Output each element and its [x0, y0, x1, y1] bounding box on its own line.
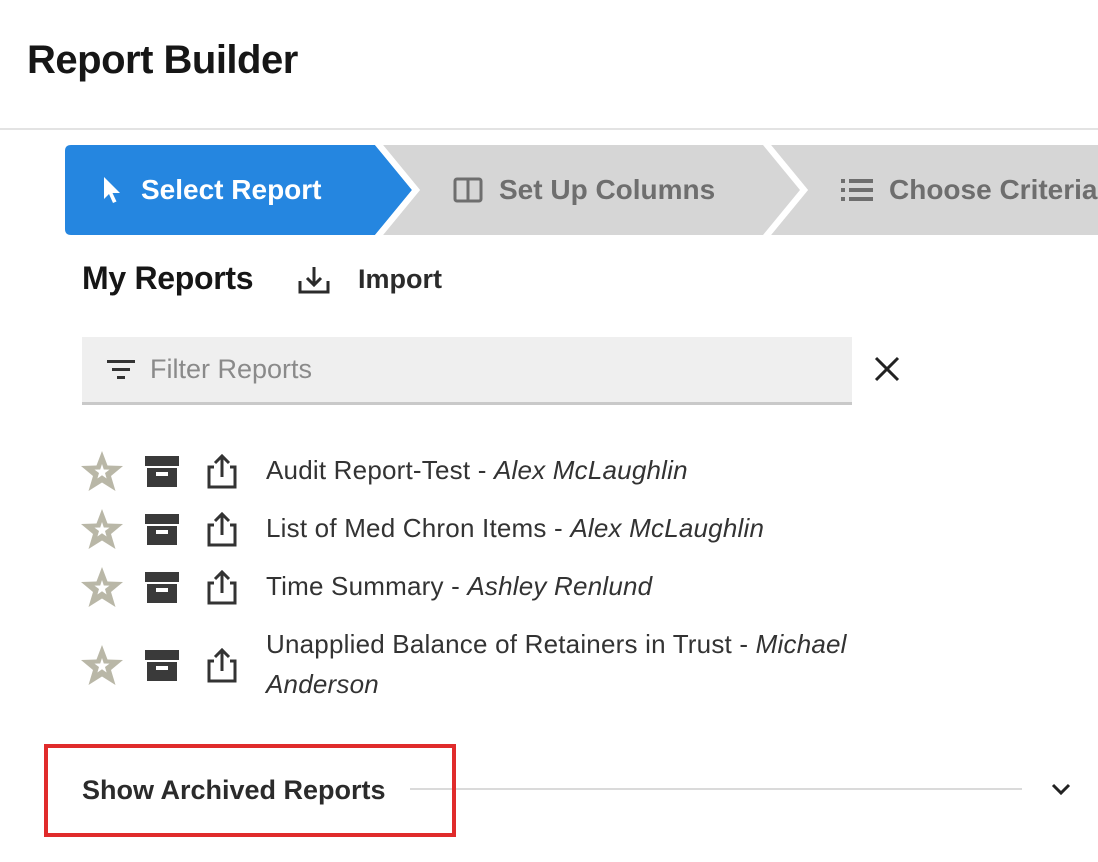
import-label: Import — [358, 264, 442, 294]
share-icon[interactable] — [206, 569, 238, 605]
divider — [410, 788, 1022, 790]
star-icon[interactable] — [80, 508, 124, 550]
archive-icon[interactable] — [144, 512, 180, 546]
report-link[interactable]: List of Med Chron Items - Alex McLaughli… — [266, 506, 764, 548]
list-icon — [841, 178, 873, 202]
step-label: Choose Criteria — [889, 174, 1098, 205]
close-icon — [872, 354, 902, 384]
chevron-down-icon[interactable] — [1048, 776, 1074, 807]
archive-icon[interactable] — [144, 570, 180, 604]
wizard-stepper: Select Report Set Up Columns Choose Crit… — [65, 145, 1098, 235]
import-button[interactable]: Import — [298, 264, 442, 295]
row-actions — [80, 448, 266, 494]
section-title: My Reports — [82, 260, 254, 296]
report-separator: - — [470, 455, 494, 485]
row-actions — [80, 622, 266, 708]
archive-icon[interactable] — [144, 454, 180, 488]
list-item: Audit Report-Test - Alex McLaughlin — [80, 448, 980, 494]
star-icon[interactable] — [80, 644, 124, 686]
import-icon — [298, 265, 344, 295]
filter-icon — [106, 358, 136, 382]
report-link[interactable]: Audit Report-Test - Alex McLaughlin — [266, 448, 688, 490]
report-link[interactable]: Time Summary - Ashley Renlund — [266, 564, 652, 606]
report-separator: - — [546, 513, 571, 543]
report-name: Time Summary — [266, 571, 444, 601]
columns-icon — [453, 177, 483, 203]
report-separator: - — [731, 629, 756, 659]
report-author: Alex McLaughlin — [493, 455, 688, 485]
report-name: List of Med Chron Items — [266, 513, 547, 543]
report-list: Audit Report-Test - Alex McLaughlin List… — [80, 448, 980, 708]
highlight-annotation — [44, 744, 456, 837]
report-author: Ashley Renlund — [467, 571, 653, 601]
list-item: List of Med Chron Items - Alex McLaughli… — [80, 506, 980, 552]
report-name: Audit Report-Test — [266, 455, 471, 485]
star-icon[interactable] — [80, 566, 124, 608]
clear-filter-button[interactable] — [872, 354, 902, 389]
star-icon[interactable] — [80, 450, 124, 492]
list-item: Time Summary - Ashley Renlund — [80, 564, 980, 610]
share-icon[interactable] — [206, 647, 238, 683]
page-title: Report Builder — [27, 38, 298, 82]
list-item: Unapplied Balance of Retainers in Trust … — [80, 622, 980, 708]
report-author: Alex McLaughlin — [570, 513, 765, 543]
page-header: Report Builder — [0, 0, 1098, 130]
step-label: Select Report — [141, 174, 322, 205]
step-select-report[interactable]: Select Report — [101, 145, 322, 235]
row-actions — [80, 506, 266, 552]
report-separator: - — [443, 571, 468, 601]
step-set-up-columns[interactable]: Set Up Columns — [453, 145, 715, 235]
share-icon[interactable] — [206, 453, 238, 489]
cursor-icon — [101, 175, 123, 205]
step-choose-criteria[interactable]: Choose Criteria — [841, 145, 1098, 235]
report-link[interactable]: Unapplied Balance of Retainers in Trust … — [266, 622, 946, 704]
share-icon[interactable] — [206, 511, 238, 547]
page: Report Builder Select Report Set Up Colu… — [0, 0, 1098, 862]
filter-field — [82, 337, 852, 405]
archive-icon[interactable] — [144, 648, 180, 682]
step-label: Set Up Columns — [499, 174, 716, 205]
filter-input[interactable] — [150, 354, 790, 385]
row-actions — [80, 564, 266, 610]
report-name: Unapplied Balance of Retainers in Trust — [266, 629, 732, 659]
